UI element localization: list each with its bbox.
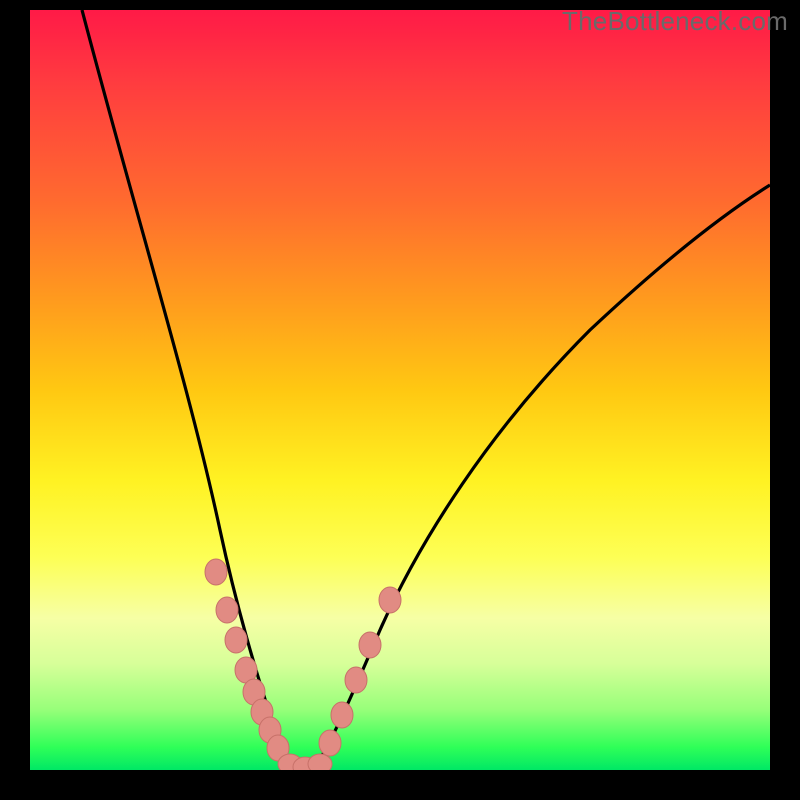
curve-right-branch xyxy=(315,185,770,767)
outer-frame: TheBottleneck.com xyxy=(0,0,800,800)
marker-group-valley xyxy=(278,754,332,770)
marker-group-left xyxy=(205,559,289,761)
marker-group-right xyxy=(319,587,401,756)
bottleneck-curve xyxy=(30,10,770,770)
curve-left-branch xyxy=(82,10,295,767)
